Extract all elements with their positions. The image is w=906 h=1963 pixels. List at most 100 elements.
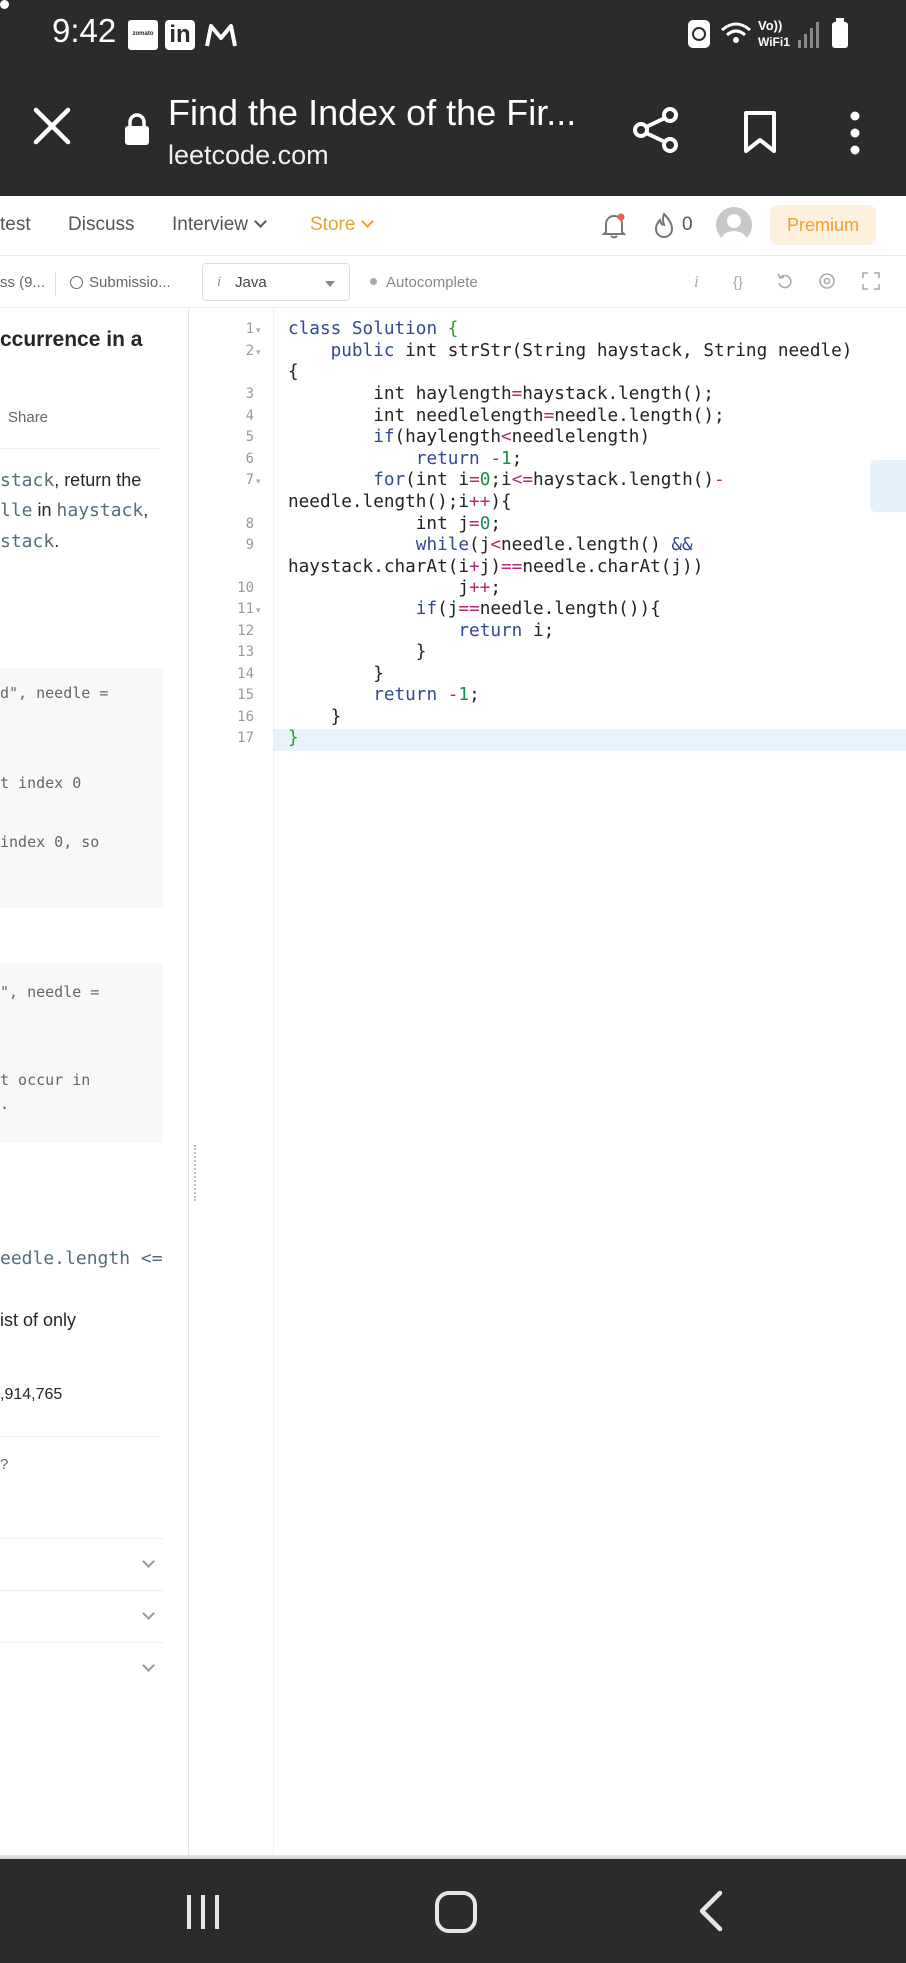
code-line[interactable]: class Solution {	[288, 319, 458, 339]
code-line[interactable]: }	[288, 664, 384, 684]
system-status-icons: Vo)) WiFi1	[688, 18, 848, 49]
code-line[interactable]: {	[288, 362, 299, 382]
similar-questions-hint: ?	[0, 1456, 9, 1473]
editor-gutter-border	[273, 308, 274, 1855]
line-number: 4	[245, 408, 254, 424]
zomato-notification-icon: zomato	[128, 20, 158, 50]
code-line[interactable]: }	[288, 642, 427, 662]
divider	[0, 448, 160, 449]
nav-store[interactable]: Store	[310, 214, 375, 236]
code-line[interactable]: public int strStr(String haystack, Strin…	[288, 341, 853, 361]
line-number: 8	[245, 516, 254, 532]
example-line: d", needle =	[0, 684, 109, 702]
nav-store-label: Store	[310, 214, 356, 235]
gmail-notification-icon	[205, 24, 237, 47]
wifi-icon	[721, 22, 751, 43]
collapsible-section[interactable]	[0, 1642, 163, 1694]
nav-discuss[interactable]: Discuss	[68, 214, 135, 236]
problem-description-pane[interactable]: ccurrence in a Share stack, return the l…	[0, 308, 188, 1855]
home-icon[interactable]	[435, 1891, 477, 1933]
code-line[interactable]: }	[288, 707, 342, 727]
code-line[interactable]: return -1;	[288, 449, 523, 469]
code-line[interactable]: int haylength=haystack.length();	[288, 384, 714, 404]
example-2-box: ", needle = t occur in .	[0, 963, 163, 1143]
clock-icon	[70, 276, 83, 289]
line-number: 16	[237, 709, 254, 725]
code-line[interactable]: while(j<needle.length() &&	[288, 535, 693, 555]
tab-submissions[interactable]: Submissio...	[70, 274, 171, 291]
bookmark-icon[interactable]	[742, 110, 778, 154]
line-number: 2	[245, 343, 254, 359]
code-line[interactable]: int needlelength=needle.length();	[288, 406, 724, 426]
line-number: 3	[245, 386, 254, 402]
nav-contest[interactable]: test	[0, 214, 31, 236]
info-icon[interactable]: i	[694, 272, 699, 292]
code-line[interactable]: if(haylength<needlelength)	[288, 427, 650, 447]
avatar[interactable]	[716, 207, 752, 243]
collapsible-section[interactable]	[0, 1590, 163, 1642]
fullscreen-icon[interactable]	[862, 272, 880, 290]
problem-title: ccurrence in a	[0, 328, 143, 351]
line-number: 10	[237, 580, 254, 596]
android-navigation-bar	[0, 1859, 906, 1963]
share-icon[interactable]	[632, 106, 680, 154]
more-notifications-dot-icon	[0, 0, 9, 9]
example-line: t index 0	[0, 774, 82, 792]
more-options-icon[interactable]	[840, 110, 870, 156]
code-line[interactable]: needle.length();i++){	[288, 492, 512, 512]
constraint-line: ist of only	[0, 1310, 77, 1330]
format-code-icon[interactable]: {}	[733, 274, 743, 291]
chevron-down-icon	[142, 1607, 155, 1620]
pane-resize-handle[interactable]	[194, 1145, 198, 1201]
browser-toolbar: Find the Index of the Fir... leetcode.co…	[0, 68, 906, 196]
fold-arrow-icon[interactable]: ▾	[256, 605, 261, 616]
notification-bell-icon[interactable]	[601, 212, 627, 240]
collapsible-section[interactable]	[0, 1538, 163, 1590]
close-icon[interactable]	[30, 104, 74, 148]
tab-solutions[interactable]: ss (9...	[0, 274, 45, 291]
back-icon[interactable]	[696, 1889, 726, 1933]
line-number: 6	[245, 451, 254, 467]
acceptance-stats: ,914,765	[0, 1386, 63, 1403]
linkedin-notification-icon: in	[165, 20, 195, 50]
editor-tab-bar: ss (9... Submissio... i Java Autocomplet…	[0, 258, 906, 308]
line-number: 15	[237, 687, 254, 703]
reset-icon[interactable]	[776, 272, 794, 290]
code-line[interactable]: }	[288, 728, 299, 748]
active-line-highlight	[274, 729, 906, 751]
svg-text:WiFi1: WiFi1	[758, 35, 790, 49]
fold-arrow-icon[interactable]: ▾	[256, 347, 261, 358]
recent-apps-icon[interactable]	[184, 1893, 222, 1931]
code-line[interactable]: haystack.charAt(i+j)==needle.charAt(j))	[288, 557, 703, 577]
page-url[interactable]: leetcode.com	[168, 140, 329, 171]
settings-icon[interactable]	[818, 272, 836, 290]
language-info-icon: i	[217, 274, 222, 290]
line-number: 14	[237, 666, 254, 682]
floating-side-button[interactable]	[870, 460, 906, 512]
share-link[interactable]: Share	[8, 409, 48, 426]
code-line[interactable]: for(int i=0;i<=haystack.length()-	[288, 470, 724, 490]
streak-fire-icon[interactable]	[652, 212, 676, 240]
signal-strength-icon	[798, 22, 819, 48]
code-line[interactable]: j++;	[288, 578, 501, 598]
language-select[interactable]: i Java	[202, 263, 350, 301]
chevron-down-icon	[361, 215, 375, 228]
streak-count: 0	[682, 214, 693, 235]
code-line[interactable]: return -1;	[288, 685, 480, 705]
autocomplete-status-dot	[370, 278, 377, 285]
code-line[interactable]: return i;	[288, 621, 554, 641]
chevron-down-icon	[142, 1659, 155, 1672]
chevron-down-icon	[142, 1555, 155, 1568]
fold-arrow-icon[interactable]: ▾	[256, 476, 261, 487]
description-line: lle in haystack,	[0, 500, 149, 521]
premium-button[interactable]: Premium	[770, 205, 876, 245]
page-title[interactable]: Find the Index of the Fir...	[168, 92, 576, 134]
description-line: stack, return the	[0, 470, 142, 491]
line-number: 12	[237, 623, 254, 639]
nav-interview[interactable]: Interview	[172, 214, 267, 236]
status-time: 9:42	[52, 12, 117, 49]
autocomplete-toggle[interactable]: Autocomplete	[370, 274, 478, 291]
code-line[interactable]: if(j==needle.length()){	[288, 599, 661, 619]
fold-arrow-icon[interactable]: ▾	[256, 325, 261, 336]
code-line[interactable]: int j=0;	[288, 514, 501, 534]
